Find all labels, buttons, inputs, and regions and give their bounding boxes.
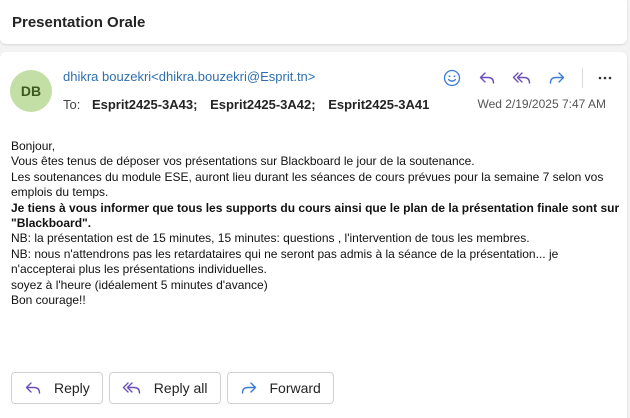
forward-icon <box>241 382 256 394</box>
body-line: Vous êtes tenus de déposer vos présentat… <box>11 154 475 169</box>
body-line: NB: nous n'attendrons pas les retardatai… <box>11 246 559 277</box>
toolbar-divider <box>582 68 583 88</box>
recipients-line: To: Esprit2425-3A43; Esprit2425-3A42; Es… <box>63 97 438 112</box>
forward-button[interactable]: Forward <box>226 372 334 404</box>
recipient[interactable]: Esprit2425-3A42; <box>210 97 316 112</box>
reply-button[interactable]: Reply <box>11 372 103 404</box>
body-line: Je tiens à vous informer que tous les su… <box>11 200 620 231</box>
reply-icon[interactable] <box>475 66 499 90</box>
reply-icon <box>25 382 41 394</box>
message-toolbar <box>440 66 628 90</box>
reply-label: Reply <box>54 380 90 396</box>
message-body: Bonjour, Vous êtes tenus de déposer vos … <box>11 139 621 308</box>
reply-all-button[interactable]: Reply all <box>108 372 221 404</box>
body-line: Les soutenances du module ESE, auront li… <box>11 169 604 200</box>
body-line: soyez à l'heure (idéalement 5 minutes d'… <box>11 277 268 292</box>
body-line: NB: la présentation est de 15 minutes, 1… <box>11 231 530 246</box>
to-label: To: <box>63 97 81 112</box>
reply-all-label: Reply all <box>153 380 208 396</box>
body-line: Bon courage!! <box>11 293 86 308</box>
body-line: Bonjour, <box>11 139 56 153</box>
forward-icon[interactable] <box>545 66 569 90</box>
recipient[interactable]: Esprit2425-3A41 <box>328 97 429 112</box>
recipient[interactable]: Esprit2425-3A43; <box>92 97 198 112</box>
subject-title: Presentation Orale <box>12 14 146 31</box>
forward-label: Forward <box>269 380 321 396</box>
reply-actions: Reply Reply all Forward <box>11 372 340 404</box>
message-card: DB dhikra bouzekri<dhikra.bouzekri@Espri… <box>0 52 627 418</box>
reply-all-icon <box>122 382 140 394</box>
message-date: Wed 2/19/2025 7:47 AM <box>477 97 606 111</box>
subject-header: Presentation Orale <box>0 0 627 44</box>
emoji-react-icon[interactable] <box>440 66 464 90</box>
more-icon[interactable] <box>593 66 617 90</box>
reply-all-icon[interactable] <box>510 66 534 90</box>
avatar[interactable]: DB <box>10 70 52 112</box>
sender-name[interactable]: dhikra bouzekri<dhikra.bouzekri@Esprit.t… <box>63 69 315 84</box>
